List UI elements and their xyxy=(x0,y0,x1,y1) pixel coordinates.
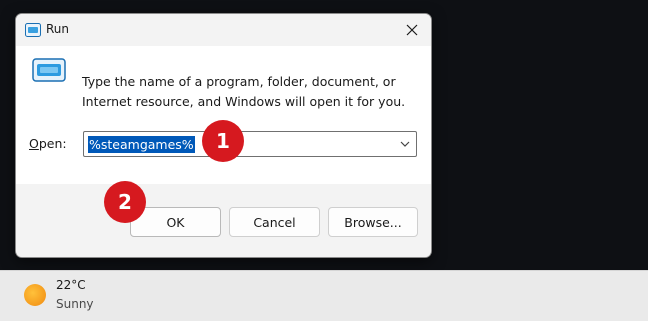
close-button[interactable] xyxy=(393,14,431,46)
open-label-accesskey: O xyxy=(29,136,39,151)
run-app-icon xyxy=(25,23,41,37)
dialog-description: Type the name of a program, folder, docu… xyxy=(82,74,406,109)
run-program-icon xyxy=(32,58,66,82)
dialog-content xyxy=(16,46,431,184)
window-title: Run xyxy=(46,22,70,36)
open-input-value[interactable]: %steamgames% xyxy=(88,136,195,153)
cancel-button[interactable]: Cancel xyxy=(229,207,320,237)
browse-button[interactable]: Browse... xyxy=(328,207,418,237)
weather-temperature[interactable]: 22°C xyxy=(56,278,86,292)
step-2-badge: 2 xyxy=(104,181,146,223)
step-1-badge: 1 xyxy=(202,120,244,162)
weather-condition[interactable]: Sunny xyxy=(56,297,94,311)
taskbar: 22°C Sunny xyxy=(0,270,648,321)
chevron-down-icon[interactable] xyxy=(399,139,411,149)
open-combobox[interactable]: %steamgames% xyxy=(83,131,417,157)
title-bar[interactable]: Run xyxy=(16,14,431,46)
open-label-text: pen: xyxy=(38,136,67,151)
sun-icon[interactable] xyxy=(24,284,46,306)
open-label: Open: xyxy=(29,136,67,151)
close-icon xyxy=(406,24,418,36)
